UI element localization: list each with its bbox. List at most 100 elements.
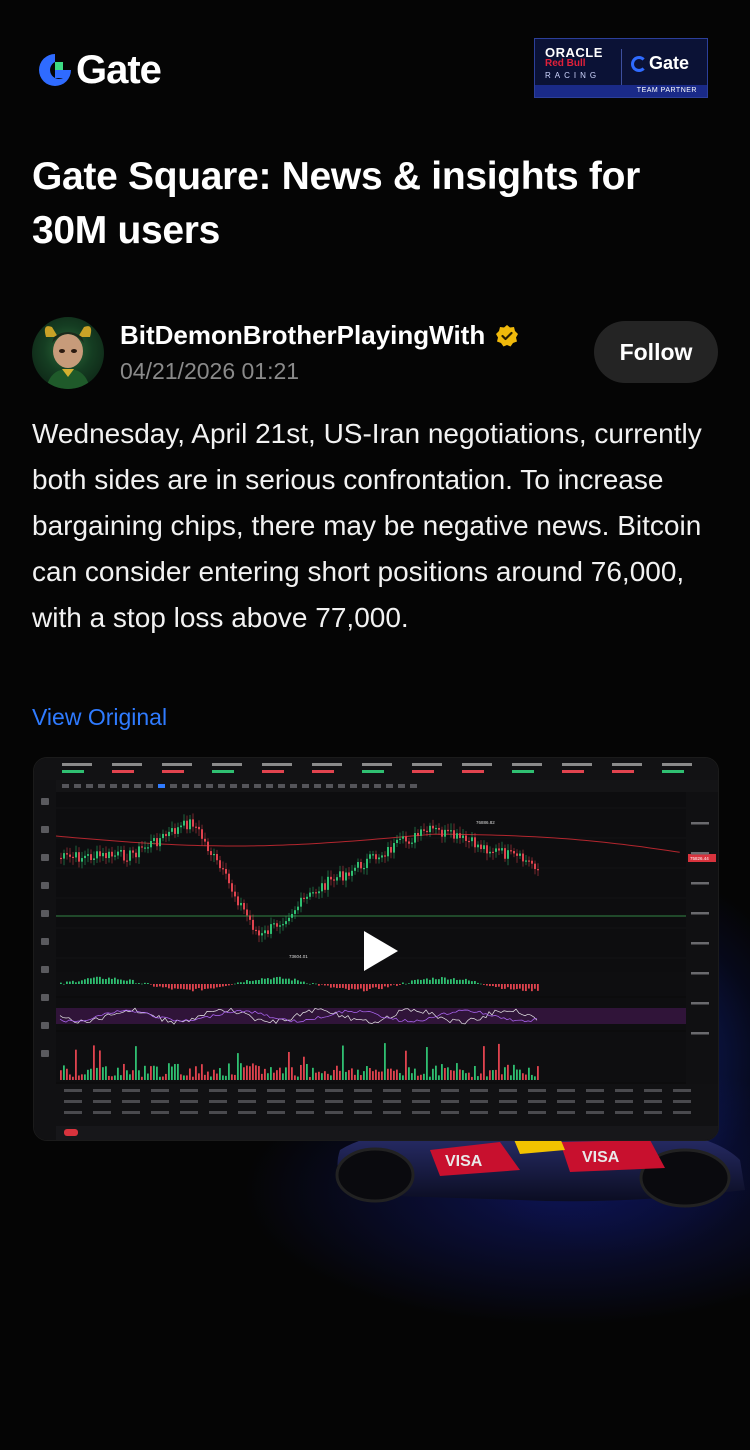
follow-button[interactable]: Follow: [594, 321, 718, 383]
volume-bar: [336, 1065, 338, 1080]
toolbar-text: [644, 1111, 662, 1114]
volume-bar: [84, 1074, 86, 1080]
view-original-link[interactable]: View Original: [32, 704, 167, 731]
volume-bar: [363, 1071, 365, 1080]
macd-bar: [390, 984, 392, 986]
toolbar-text: [412, 1089, 430, 1092]
volume-bar: [393, 1070, 395, 1080]
macd-bar: [246, 980, 248, 984]
volume-bar: [177, 1063, 179, 1080]
volume-bar: [513, 1064, 515, 1080]
ticker-name: [412, 763, 442, 766]
candle-body: [408, 841, 410, 844]
macd-bar: [234, 983, 236, 985]
toolbar-text: [499, 1089, 517, 1092]
avatar[interactable]: [32, 317, 104, 389]
macd-bar: [165, 984, 167, 988]
volume-bar: [495, 1069, 497, 1080]
macd-bar: [243, 982, 245, 984]
volume-bar: [405, 1050, 407, 1080]
ticker-name: [662, 763, 692, 766]
toolbar-text: [528, 1111, 546, 1114]
macd-bar: [138, 983, 140, 984]
volume-bar: [168, 1063, 170, 1080]
volume-bar: [522, 1073, 524, 1080]
macd-bar: [357, 984, 359, 990]
volume-bar: [66, 1068, 68, 1080]
volume-bar: [468, 1072, 470, 1080]
volume-bar: [306, 1063, 308, 1080]
candle-body: [114, 855, 116, 857]
volume-bar: [414, 1068, 416, 1080]
volume-bar: [480, 1073, 482, 1080]
candle-body: [63, 853, 65, 859]
timeframe-button: [326, 784, 333, 788]
post-media-video[interactable]: 76886.82 73604.01 75826.44: [33, 757, 719, 1141]
macd-bar: [306, 983, 308, 985]
low-label: 73604.01: [289, 954, 308, 959]
toolbar-text: [441, 1111, 459, 1114]
gate-logo[interactable]: Gate: [36, 50, 162, 90]
volume-bar: [465, 1073, 467, 1080]
volume-bar: [420, 1074, 422, 1080]
toolbar-text: [673, 1089, 691, 1092]
candle-body: [516, 853, 518, 856]
ticker-change: [62, 770, 84, 773]
volume-bar: [219, 1068, 221, 1080]
candle-body: [267, 930, 269, 934]
ticker-name: [312, 763, 342, 766]
author-name[interactable]: BitDemonBrotherPlayingWith: [120, 320, 485, 351]
candle-body: [363, 868, 365, 870]
candle-body: [384, 855, 386, 857]
candle-body: [486, 845, 488, 854]
macd-bar: [201, 984, 203, 991]
candle-body: [477, 844, 479, 848]
volume-bar: [477, 1076, 479, 1080]
candle-body: [327, 876, 329, 890]
macd-bar: [528, 984, 530, 989]
volume-bar: [450, 1070, 452, 1080]
macd-bar: [168, 984, 170, 989]
author-info[interactable]: BitDemonBrotherPlayingWith: [120, 320, 519, 351]
macd-bar: [522, 984, 524, 991]
macd-bar: [333, 984, 335, 988]
macd-bar: [258, 980, 260, 984]
volume-bar: [105, 1066, 107, 1080]
macd-bar: [273, 977, 275, 984]
candle-body: [204, 838, 206, 842]
partner-gate-logo: Gate: [631, 53, 689, 74]
volume-bar: [264, 1068, 266, 1080]
volume-bar: [318, 1071, 320, 1080]
candle-body: [216, 853, 218, 861]
volume-bar: [360, 1075, 362, 1080]
macd-bar: [465, 978, 467, 984]
candle-body: [303, 897, 305, 899]
macd-bar: [381, 984, 383, 990]
timeframe-button: [62, 784, 69, 788]
macd-bar: [60, 982, 62, 984]
candle-body: [396, 839, 398, 844]
volume-bar: [369, 1067, 371, 1080]
ticker-change: [312, 770, 334, 773]
axis-tick-label: [691, 912, 709, 915]
candle-body: [405, 836, 407, 842]
toolbar-text: [122, 1089, 140, 1092]
macd-bar: [237, 982, 239, 984]
macd-bar: [318, 984, 320, 986]
macd-bar: [240, 982, 242, 984]
team-partner-badge: ORACLE Red Bull RACING Gate TEAM PARTNER: [534, 38, 708, 98]
candle-body: [438, 827, 440, 830]
candle-body: [423, 829, 425, 831]
volume-bar: [381, 1071, 383, 1080]
macd-bar: [276, 977, 278, 984]
volume-bar: [294, 1075, 296, 1080]
volume-bar: [237, 1053, 239, 1080]
play-icon[interactable]: [360, 929, 400, 973]
gate-mini-icon: [631, 55, 647, 72]
partner-tagline: TEAM PARTNER: [535, 85, 707, 97]
candle-body: [309, 892, 311, 897]
volume-bar: [348, 1070, 350, 1080]
toolbar-text: [615, 1100, 633, 1103]
candle-body: [111, 851, 113, 857]
toolbar-text: [93, 1089, 111, 1092]
